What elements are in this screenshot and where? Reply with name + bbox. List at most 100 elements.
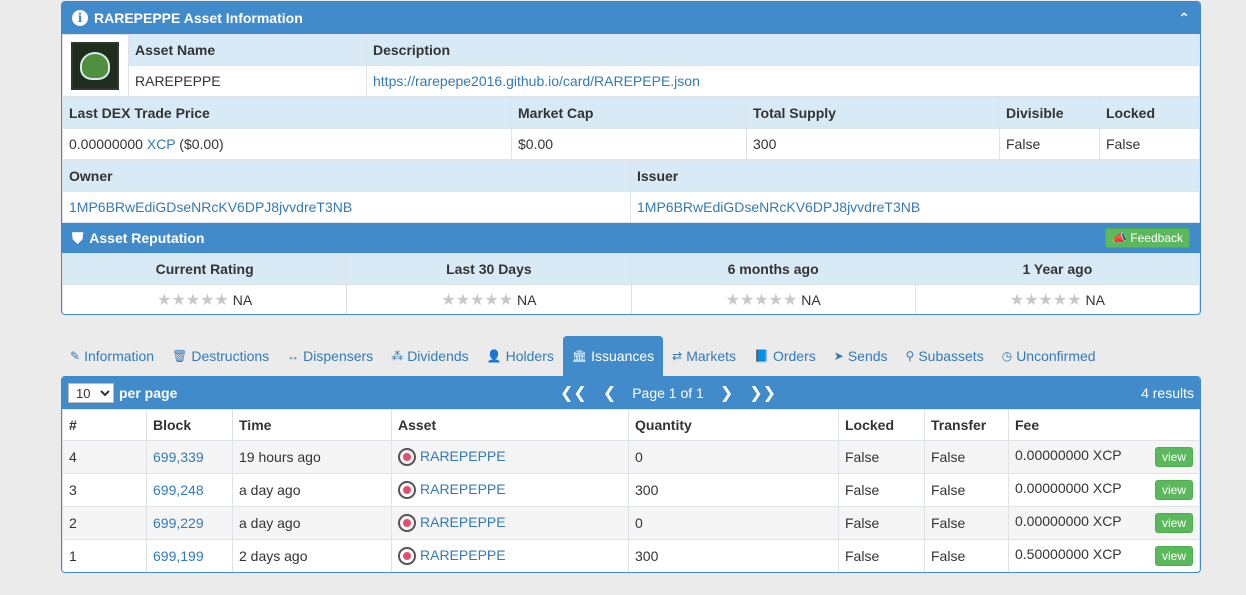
asset-stats-table: Last DEX Trade Price Market Cap Total Su… [62, 97, 1200, 160]
issuer-address-link[interactable]: 1MP6BRwEdiGDseNRcKV6DPJ8jvvdreT3NB [637, 199, 920, 215]
next-page-icon[interactable]: ❯ [720, 383, 733, 403]
owner-address-link[interactable]: 1MP6BRwEdiGDseNRcKV6DPJ8jvvdreT3NB [69, 199, 352, 215]
per-page-label: per page [119, 385, 178, 401]
asset-link[interactable]: RAREPEPPE [420, 481, 506, 497]
tab-label: Information [84, 348, 155, 364]
reputation-title: Asset Reputation [89, 230, 205, 246]
row-time: 19 hours ago [232, 440, 392, 474]
tab-markets[interactable]: ⇄ Markets [663, 336, 745, 376]
tab-dispensers[interactable]: ↔ Dispensers [278, 336, 382, 376]
pepe-image [80, 51, 110, 80]
tab-dividends[interactable]: ⁂ Dividends [382, 336, 477, 376]
tab-issuances[interactable]: 🏛 Issuances [562, 336, 664, 376]
last-dex-header: Last DEX Trade Price [62, 97, 512, 129]
star-rating: ★★★★★ [441, 292, 514, 309]
rating-1year: ★★★★★ NA [914, 284, 1200, 314]
first-page-icon[interactable]: ❮❮ [560, 383, 587, 403]
owner-issuer-table: Owner Issuer 1MP6BRwEdiGDseNRcKV6DPJ8jvv… [62, 160, 1200, 223]
prev-page-icon[interactable]: ❮ [603, 383, 616, 403]
bank-icon: 🏛 [571, 349, 588, 363]
asset-thumbnail[interactable] [71, 41, 119, 90]
tab-label: Issuances [591, 348, 655, 364]
feedback-button[interactable]: 📣 Feedback [1105, 228, 1190, 248]
total-supply-header: Total Supply [746, 97, 1000, 129]
rating-value: NA [1085, 292, 1105, 308]
tab-label: Markets [686, 348, 737, 364]
asset-icon [398, 448, 416, 467]
col-locked: Locked [838, 409, 925, 441]
star-rating: ★★★★★ [725, 292, 798, 309]
issuances-header-row: # Block Time Asset Quantity Locked Trans… [62, 409, 1200, 441]
per-page-select[interactable]: 10 [68, 383, 114, 403]
tab-information[interactable]: ✎ Information [61, 336, 163, 376]
last-dex-price: 0.00000000 [69, 136, 143, 152]
col-fee: Fee [1008, 409, 1200, 441]
row-locked: False [838, 440, 925, 474]
row-locked: False [838, 506, 925, 540]
row-quantity: 0 [628, 440, 839, 474]
row-transfer: False [924, 473, 1009, 507]
issuances-panel: 10 per page ❮❮ ❮ Page 1 of 1 ❯ ❯❯ 4 resu… [61, 376, 1201, 573]
asset-thumbnail-cell [62, 34, 129, 97]
col-asset: Asset [391, 409, 629, 441]
block-link[interactable]: 699,199 [153, 548, 204, 564]
row-asset: RAREPEPPE [391, 440, 629, 474]
row-locked: False [838, 473, 925, 507]
row-time: a day ago [232, 506, 392, 540]
row-transfer: False [924, 506, 1009, 540]
issuer-header: Issuer [630, 160, 1200, 192]
star-rating: ★★★★★ [157, 292, 229, 309]
block-link[interactable]: 699,339 [153, 449, 204, 465]
row-transfer: False [924, 440, 1009, 474]
row-num: 2 [62, 506, 147, 540]
view-button[interactable]: view [1154, 546, 1193, 566]
rating-value: NA [516, 292, 537, 308]
star-rating: ★★★★★ [1009, 292, 1082, 309]
description-link[interactable]: https://rarepepe2016.github.io/card/RARE… [373, 73, 700, 89]
view-button[interactable]: view [1154, 447, 1193, 467]
asset-link[interactable]: RAREPEPPE [420, 448, 506, 464]
asset-name-table: Asset Name Description RAREPEPPE https:/… [62, 34, 1200, 97]
child-icon: ⚲ [905, 349, 915, 363]
book-icon: 📘 [754, 349, 769, 363]
xcp-link[interactable]: XCP [147, 136, 176, 152]
col-time: Time [232, 409, 392, 441]
row-asset: RAREPEPPE [391, 473, 629, 507]
tab-holders[interactable]: 👤 Holders [478, 336, 563, 376]
rating-30days: ★★★★★ NA [346, 284, 632, 314]
tab-subassets[interactable]: ⚲ Subassets [897, 336, 993, 376]
tab-sends[interactable]: ➤ Sends [825, 336, 897, 376]
fee-value: 0.50000000 XCP [1015, 546, 1122, 562]
tab-unconfirmed[interactable]: ◷ Unconfirmed [993, 336, 1105, 376]
chevron-up-icon[interactable]: ⌃ [1178, 10, 1190, 27]
last-page-icon[interactable]: ❯❯ [749, 383, 776, 403]
tab-destructions[interactable]: 🗑 Destructions [163, 336, 278, 376]
arrows-horizontal-icon: ↔ [287, 349, 300, 363]
asset-name-value: RAREPEPPE [128, 65, 367, 97]
tab-label: Unconfirmed [1016, 348, 1096, 364]
row-fee: 0.00000000 XCP view [1008, 440, 1200, 474]
last-dex-value: 0.00000000 XCP ($0.00) [62, 128, 512, 160]
tab-label: Dividends [407, 348, 469, 364]
tab-orders[interactable]: 📘 Orders [745, 336, 825, 376]
asset-name-header: Asset Name [128, 34, 367, 66]
view-button[interactable]: view [1154, 480, 1193, 500]
asset-link[interactable]: RAREPEPPE [420, 547, 506, 563]
table-row: 4 699,339 19 hours ago RAREPEPPE 0 False… [62, 440, 1200, 474]
divisible-value: False [999, 128, 1100, 160]
asset-link[interactable]: RAREPEPPE [420, 514, 506, 530]
block-link[interactable]: 699,248 [153, 482, 204, 498]
market-cap-header: Market Cap [511, 97, 747, 129]
asset-info-title: RAREPEPPE Asset Information [94, 10, 303, 26]
row-time: 2 days ago [232, 539, 392, 572]
shield-icon: ⛊ [72, 229, 84, 247]
block-link[interactable]: 699,229 [153, 515, 204, 531]
fee-value: 0.00000000 XCP [1015, 480, 1122, 496]
issuances-toolbar: 10 per page ❮❮ ❮ Page 1 of 1 ❯ ❯❯ 4 resu… [62, 377, 1200, 409]
asset-icon [398, 547, 416, 566]
feedback-label: Feedback [1130, 231, 1183, 245]
clock-icon: ◷ [1001, 349, 1013, 363]
fee-value: 0.00000000 XCP [1015, 447, 1122, 463]
view-button[interactable]: view [1154, 513, 1193, 533]
trash-icon: 🗑 [172, 349, 188, 363]
